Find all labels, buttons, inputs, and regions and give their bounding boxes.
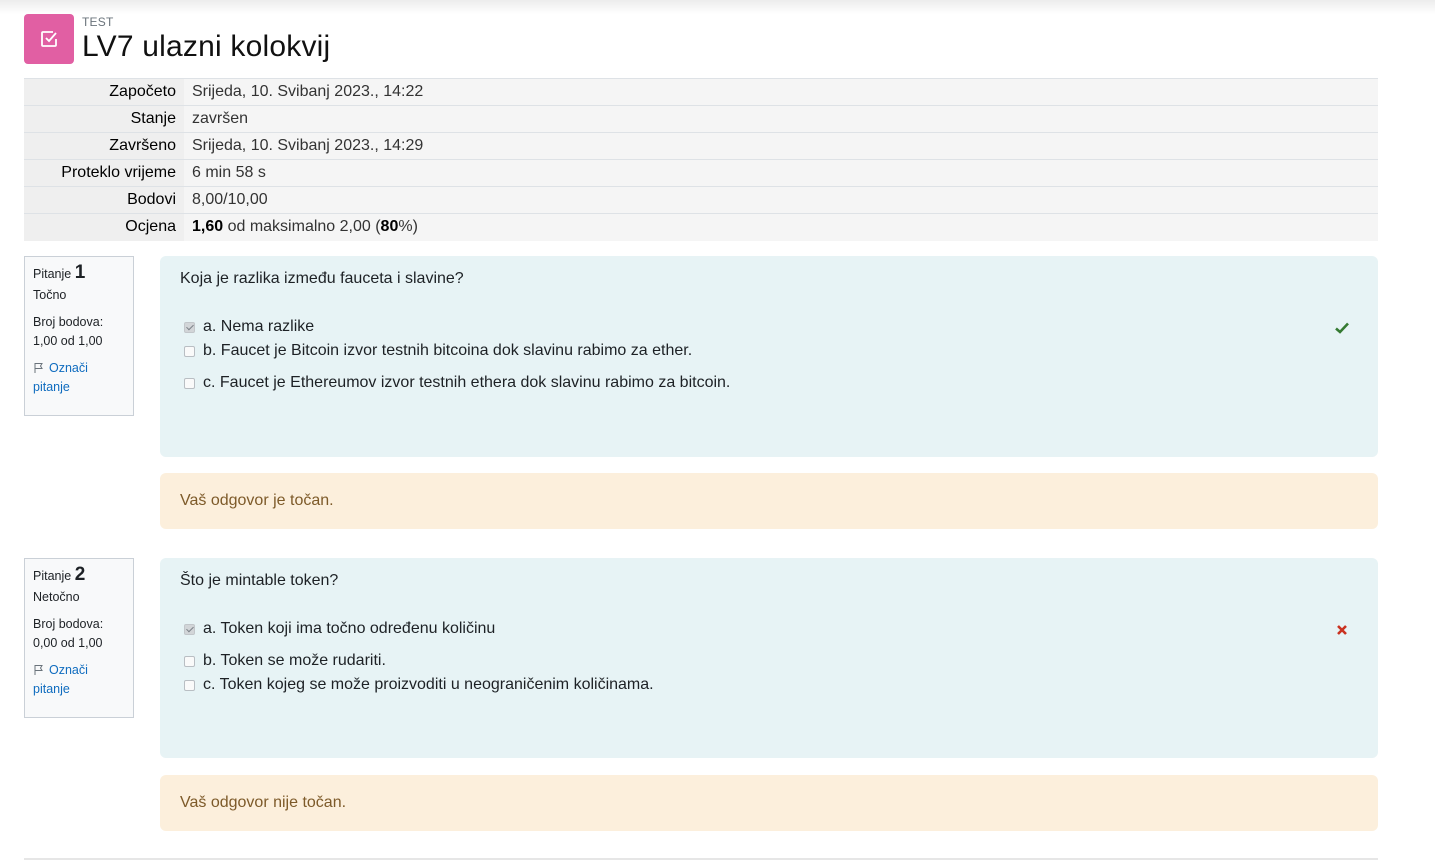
answer-label: a. Nema razlike	[203, 318, 315, 335]
answer-option-b[interactable]: b. Token se može rudariti.	[184, 652, 386, 670]
top-shadow	[0, 0, 1435, 14]
question-feedback-2: Vaš odgovor nije točan.	[160, 775, 1378, 831]
question-formulation-1: Koja je razlika između fauceta i slavine…	[160, 256, 1378, 457]
summary-row-started: Započeto Srijeda, 10. Svibanj 2023., 14:…	[24, 78, 1378, 106]
summary-value: završen	[184, 105, 1378, 133]
summary-row-marks: Bodovi 8,00/10,00	[24, 186, 1378, 214]
question-text: Što je mintable token?	[180, 572, 339, 589]
question-grade-value: 0,00 od 1,00	[33, 636, 103, 650]
flag-label: Označi	[49, 361, 88, 375]
question-number: 1	[74, 262, 86, 283]
summary-label: Proteklo vrijeme	[24, 159, 184, 187]
flag-question-link[interactable]: Označi pitanje	[33, 661, 125, 699]
question-grade-label: Broj bodova:	[33, 315, 104, 329]
answer-label: a. Token koji ima točno određenu količin…	[203, 620, 496, 637]
correct-check-icon	[1335, 322, 1349, 334]
flag-icon	[34, 363, 43, 373]
summary-label: Ocjena	[24, 213, 184, 241]
answer-option-a[interactable]: a. Token koji ima točno određenu količin…	[184, 620, 495, 638]
question-number-line: Pitanje 2	[33, 565, 125, 586]
answer-checkbox[interactable]	[184, 679, 195, 691]
question-label: Pitanje	[33, 267, 72, 281]
question-formulation-2: Što je mintable token? a. Token koji ima…	[160, 558, 1378, 758]
grade-mid: od maksimalno 2,00 (	[223, 218, 381, 236]
activity-type-label: TEST	[82, 15, 114, 29]
question-text: Koja je razlika između fauceta i slavine…	[180, 270, 464, 287]
summary-label: Započeto	[24, 78, 184, 106]
summary-label: Stanje	[24, 105, 184, 133]
summary-row-state: Stanje završen	[24, 105, 1378, 133]
attempt-summary-table: Započeto Srijeda, 10. Svibanj 2023., 14:…	[24, 78, 1378, 241]
answer-label: c. Token kojeg se može proizvoditi u neo…	[203, 676, 654, 693]
question-state: Točno	[33, 288, 67, 302]
question-state: Netočno	[33, 590, 80, 604]
question-grade-label: Broj bodova:	[33, 617, 104, 631]
answer-checkbox-checked[interactable]	[184, 623, 195, 635]
answer-label: b. Token se može rudariti.	[203, 652, 386, 669]
answer-option-c[interactable]: c. Faucet je Ethereumov izvor testnih et…	[184, 374, 730, 392]
question-feedback-1: Vaš odgovor je točan.	[160, 473, 1378, 529]
summary-row-grade: Ocjena 1,60 od maksimalno 2,00 (80%)	[24, 213, 1378, 241]
flag-icon	[34, 665, 43, 675]
summary-value: Srijeda, 10. Svibanj 2023., 14:22	[184, 78, 1378, 106]
answer-checkbox[interactable]	[184, 377, 195, 389]
summary-value: Srijeda, 10. Svibanj 2023., 14:29	[184, 132, 1378, 160]
summary-label: Završeno	[24, 132, 184, 160]
page-title: LV7 ulazni kolokvij	[82, 30, 331, 63]
question-number-line: Pitanje 1	[33, 263, 125, 284]
answer-label: b. Faucet je Bitcoin izvor testnih bitco…	[203, 342, 693, 359]
grade-end: %)	[398, 218, 418, 236]
answer-checkbox[interactable]	[184, 345, 195, 357]
question-info-2: Pitanje 2 Netočno Broj bodova: 0,00 od 1…	[24, 558, 134, 718]
answer-label: c. Faucet je Ethereumov izvor testnih et…	[203, 374, 731, 391]
question-number: 2	[74, 564, 86, 585]
answer-option-c[interactable]: c. Token kojeg se može proizvoditi u neo…	[184, 676, 654, 694]
summary-value: 1,60 od maksimalno 2,00 (80%)	[184, 213, 1378, 241]
flag-label-2: pitanje	[33, 682, 70, 696]
feedback-text: Vaš odgovor nije točan.	[180, 794, 347, 811]
summary-row-completed: Završeno Srijeda, 10. Svibanj 2023., 14:…	[24, 132, 1378, 160]
header-text: TEST LV7 ulazni kolokvij	[82, 14, 482, 64]
grade-percent: 80	[380, 218, 399, 236]
summary-row-time: Proteklo vrijeme 6 min 58 s	[24, 159, 1378, 187]
question-grade-value: 1,00 od 1,00	[33, 334, 103, 348]
answer-option-b[interactable]: b. Faucet je Bitcoin izvor testnih bitco…	[184, 342, 692, 360]
grade-score: 1,60	[192, 218, 224, 236]
flag-label: Označi	[49, 663, 88, 677]
answer-checkbox-checked[interactable]	[184, 321, 195, 333]
flag-question-link[interactable]: Označi pitanje	[33, 359, 125, 397]
summary-value: 8,00/10,00	[184, 186, 1378, 214]
answer-checkbox[interactable]	[184, 655, 195, 667]
quiz-checkbox-icon	[24, 14, 74, 64]
answer-option-a[interactable]: a. Nema razlike	[184, 318, 314, 336]
summary-value: 6 min 58 s	[184, 159, 1378, 187]
feedback-text: Vaš odgovor je točan.	[180, 492, 334, 509]
question-label: Pitanje	[33, 569, 72, 583]
incorrect-cross-icon	[1337, 625, 1347, 635]
question-info-1: Pitanje 1 Točno Broj bodova: 1,00 od 1,0…	[24, 256, 134, 416]
flag-label-2: pitanje	[33, 380, 70, 394]
summary-label: Bodovi	[24, 186, 184, 214]
quiz-review-page: TEST LV7 ulazni kolokvij Započeto Srijed…	[0, 0, 1435, 860]
